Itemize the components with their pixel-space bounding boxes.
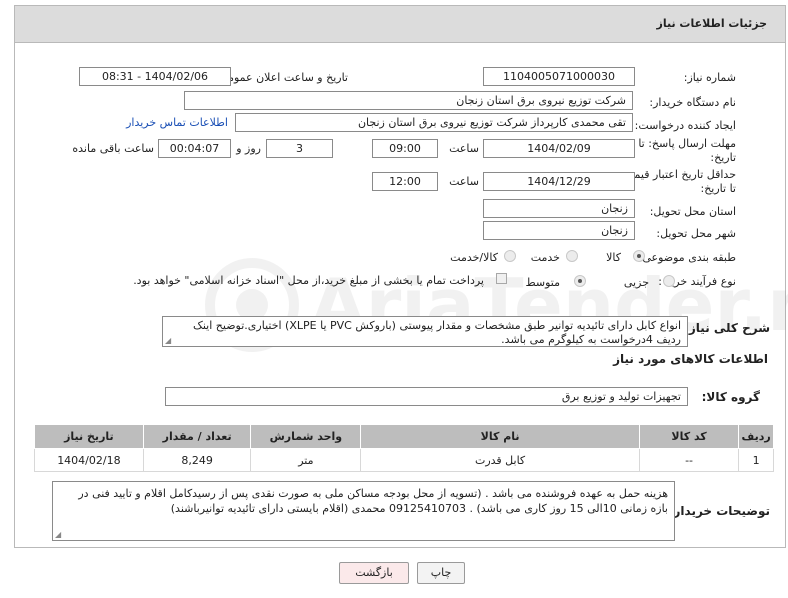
goods-info-title: اطلاعات کالاهای مورد نیاز [613, 352, 768, 366]
need-number-field: 1104005071000030 [483, 67, 635, 86]
min-price-date-field: 1404/12/29 [483, 172, 635, 191]
cell-row: 1 [738, 448, 774, 472]
description-text: انواع کابل دارای تائیدیه توانیر طبق مشخص… [193, 319, 681, 346]
days-field: 3 [266, 139, 333, 158]
deadline-date-field: 1404/02/09 [483, 139, 635, 158]
deadline-time-field: 09:00 [372, 139, 438, 158]
table-row: 1 -- کابل قدرت متر 8,249 1404/02/18 [34, 448, 774, 472]
remaining-time-field: 00:04:07 [158, 139, 231, 158]
remaining-label: ساعت باقی مانده [72, 142, 154, 155]
header-bar: جزئیات اطلاعات نیاز [14, 5, 786, 43]
contact-info-link[interactable]: اطلاعات تماس خریدار [126, 116, 228, 129]
cell-qty: 8,249 [142, 448, 252, 472]
category-label: طبقه بندی موضوعی: [638, 251, 736, 264]
min-price-label-2: تا تاریخ: [700, 182, 736, 195]
resize-handle-icon: ◢ [55, 530, 62, 539]
payment-note: پرداخت تمام یا بخشی از مبلغ خرید،از محل … [133, 274, 484, 287]
city-label: شهر محل تحویل: [656, 227, 736, 240]
col-header-row: ردیف [738, 424, 774, 449]
need-number-label: شماره نیاز: [683, 71, 736, 84]
buyer-org-field: شرکت توزیع نیروی برق استان زنجان [184, 91, 633, 110]
category-radio-goods[interactable] [633, 250, 645, 262]
min-price-time-label: ساعت [449, 175, 479, 188]
buyer-notes-text: هزینه حمل به عهده فروشنده می باشد . (تسو… [78, 487, 668, 515]
announce-label: تاریخ و ساعت اعلان عمومی: [215, 71, 348, 84]
col-header-unit: واحد شمارش [250, 424, 362, 449]
buyer-notes-label: توضیحات خریدار: [668, 504, 770, 518]
requester-field: تقی محمدی کارپرداز شرکت توزیع نیروی برق … [235, 113, 633, 132]
category-option-goods: کالا [606, 251, 621, 264]
buyer-notes-textarea: هزینه حمل به عهده فروشنده می باشد . (تسو… [52, 481, 675, 541]
col-header-qty: تعداد / مقدار [142, 424, 252, 449]
cell-date: 1404/02/18 [34, 448, 144, 472]
process-option-minor: جزیی [623, 276, 649, 289]
col-header-date: تاریخ نیاز [34, 424, 144, 449]
category-radio-both[interactable] [504, 250, 516, 262]
resize-handle-icon: ◢ [165, 336, 172, 345]
min-price-label: حداقل تاریخ اعتبار قیمت: [620, 168, 736, 181]
deadline-time-label: ساعت [449, 142, 479, 155]
category-option-both: کالا/خدمت [450, 251, 498, 264]
province-label: استان محل تحویل: [649, 205, 736, 218]
description-textarea: انواع کابل دارای تائیدیه توانیر طبق مشخص… [162, 316, 688, 347]
deadline-label: مهلت ارسال پاسخ: تا [638, 137, 736, 150]
days-label: روز و [236, 142, 261, 155]
goods-table: ردیف کد کالا نام کالا واحد شمارش تعداد /… [34, 424, 774, 472]
description-label: شرح کلی نیاز: [684, 321, 770, 335]
requester-label: ایجاد کننده درخواست: [634, 119, 736, 132]
buyer-org-label: نام دستگاه خریدار: [649, 96, 736, 109]
city-field: زنجان [483, 221, 635, 240]
process-radio-medium[interactable] [574, 275, 586, 287]
province-field: زنجان [483, 199, 635, 218]
deadline-label-2: تاریخ: [710, 151, 736, 164]
announce-field: 1404/02/06 - 08:31 [79, 67, 231, 86]
payment-checkbox[interactable] [496, 273, 507, 284]
cell-name: کابل قدرت [360, 448, 640, 472]
back-button[interactable]: بازگشت [339, 562, 409, 584]
cell-code: -- [638, 448, 740, 472]
process-radio-minor[interactable] [663, 275, 675, 287]
goods-group-label: گروه کالا: [701, 390, 760, 404]
category-option-service: خدمت [530, 251, 560, 264]
min-price-time-field: 12:00 [372, 172, 438, 191]
page-title: جزئیات اطلاعات نیاز [656, 17, 768, 30]
cell-unit: متر [250, 448, 362, 472]
col-header-name: نام کالا [360, 424, 640, 449]
print-button[interactable]: چاپ [417, 562, 465, 584]
goods-group-field: تجهیزات تولید و توزیع برق [165, 387, 688, 406]
col-header-code: کد کالا [638, 424, 740, 449]
process-option-medium: متوسط [525, 276, 560, 289]
category-radio-service[interactable] [566, 250, 578, 262]
